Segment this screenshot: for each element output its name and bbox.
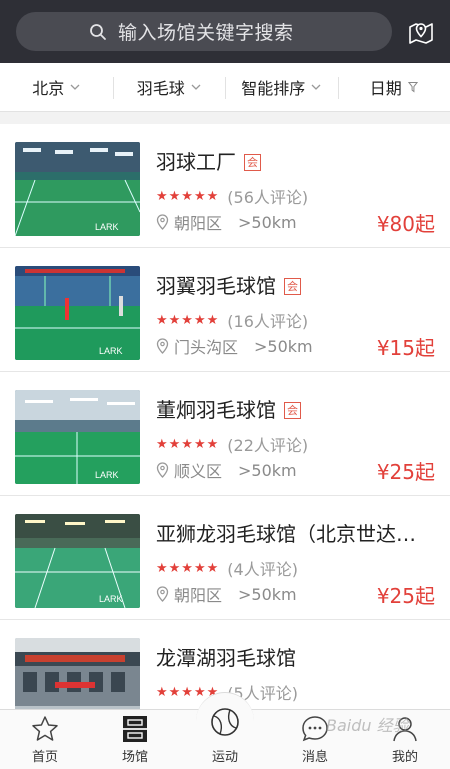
- venue-district: 朝阳区: [174, 586, 223, 605]
- filter-bar: 北京 羽毛球 智能排序 日期: [0, 63, 450, 112]
- venue-district: 门头沟区: [174, 338, 239, 357]
- venue-card[interactable]: LARK 亚狮龙羽毛球馆（北京世达… ★★★★★ (4人评论) 朝阳区 >50km…: [0, 496, 450, 620]
- venue-name: 龙潭湖羽毛球馆: [156, 646, 296, 670]
- venue-list: LARK 羽球工厂会 ★★★★★ (56人评论) 朝阳区 >50km ¥80起 L…: [0, 124, 450, 709]
- search-icon: [88, 22, 108, 42]
- tab-home[interactable]: 首页: [0, 710, 90, 769]
- review-count: (4人评论): [227, 560, 298, 579]
- venue-photo: LARK: [15, 142, 140, 236]
- tab-venues[interactable]: 场馆: [90, 710, 180, 769]
- filter-icon: [407, 81, 418, 93]
- member-badge: 会: [284, 278, 301, 295]
- chevron-down-icon: [311, 82, 321, 92]
- venue-name: 羽翼羽毛球馆会: [156, 270, 441, 299]
- venue-rating: ★★★★★ (22人评论): [156, 432, 308, 456]
- venue-icon: [121, 714, 149, 744]
- svg-text:LARK: LARK: [95, 470, 119, 480]
- review-count: (22人评论): [227, 436, 309, 455]
- venue-photo: LARK: [15, 266, 140, 360]
- filter-sport[interactable]: 羽毛球: [112, 63, 226, 111]
- svg-text:LARK: LARK: [95, 222, 119, 232]
- star-rating-icon: ★★★★★: [156, 436, 220, 452]
- venue-location: 顺义区 >50km: [156, 458, 297, 482]
- tab-label: 场馆: [121, 750, 148, 765]
- star-rating-icon: ★★★★★: [156, 560, 220, 576]
- venue-card[interactable]: LARK 董炯羽毛球馆会 ★★★★★ (22人评论) 顺义区 >50km ¥25起: [0, 372, 450, 496]
- venue-name: 董炯羽毛球馆会: [156, 394, 441, 423]
- filter-label: 北京: [32, 79, 65, 98]
- venue-name: 羽球工厂会: [156, 146, 441, 175]
- ball-icon: [196, 692, 254, 750]
- venue-location: 门头沟区 >50km: [156, 334, 313, 358]
- tab-label: 我的: [391, 750, 418, 765]
- top-bar: 输入场馆关键字搜索: [0, 0, 450, 63]
- tab-label: 消息: [301, 750, 328, 765]
- star-rating-icon: ★★★★★: [156, 312, 220, 328]
- location-pin-icon: [156, 214, 170, 230]
- venue-distance: >50km: [254, 336, 313, 356]
- review-count: (16人评论): [227, 312, 309, 331]
- venue-price: ¥80起: [376, 212, 435, 236]
- watermark: Baidu 经验: [326, 716, 409, 735]
- member-badge: 会: [284, 402, 301, 419]
- filter-label: 日期: [369, 79, 402, 98]
- venue-price: ¥15起: [376, 336, 435, 360]
- review-count: (56人评论): [227, 188, 309, 207]
- venue-distance: >50km: [238, 584, 297, 604]
- svg-text:LARK: LARK: [99, 346, 123, 356]
- venue-distance: >50km: [238, 212, 297, 232]
- location-pin-icon: [156, 462, 170, 478]
- venue-rating: ★★★★★ (16人评论): [156, 308, 308, 332]
- tab-sports[interactable]: 运动: [180, 692, 270, 769]
- filter-sort[interactable]: 智能排序: [225, 63, 338, 111]
- location-pin-icon: [156, 586, 170, 602]
- member-badge: 会: [244, 154, 261, 171]
- venue-photo: LARK: [15, 514, 140, 608]
- search-placeholder: 输入场馆关键字搜索: [118, 22, 294, 44]
- venue-rating: ★★★★★ (56人评论): [156, 184, 308, 208]
- star-icon: [30, 714, 60, 744]
- location-pin-icon: [156, 338, 170, 354]
- venue-photo: [15, 638, 140, 709]
- svg-text:LARK: LARK: [99, 594, 123, 604]
- venue-location: 朝阳区 >50km: [156, 582, 297, 606]
- search-input[interactable]: 输入场馆关键字搜索: [16, 12, 392, 51]
- venue-card[interactable]: LARK 羽球工厂会 ★★★★★ (56人评论) 朝阳区 >50km ¥80起: [0, 124, 450, 248]
- star-rating-icon: ★★★★★: [156, 188, 220, 204]
- venue-price: ¥25起: [376, 460, 435, 484]
- filter-city[interactable]: 北京: [0, 63, 113, 111]
- venue-distance: >50km: [238, 460, 297, 480]
- filter-label: 羽毛球: [136, 79, 185, 98]
- venue-photo: LARK: [15, 390, 140, 484]
- venue-name: 亚狮龙羽毛球馆（北京世达…: [156, 522, 416, 546]
- tab-label: 首页: [31, 750, 58, 765]
- venue-district: 顺义区: [174, 462, 223, 481]
- map-pin-icon[interactable]: [406, 17, 436, 47]
- chevron-down-icon: [70, 82, 80, 92]
- chevron-down-icon: [191, 82, 201, 92]
- venue-card[interactable]: LARK 羽翼羽毛球馆会 ★★★★★ (16人评论) 门头沟区 >50km ¥15…: [0, 248, 450, 372]
- filter-label: 智能排序: [241, 79, 306, 98]
- venue-price: ¥25起: [376, 584, 435, 608]
- filter-date[interactable]: 日期: [337, 63, 450, 111]
- venue-rating: ★★★★★ (4人评论): [156, 556, 298, 580]
- venue-district: 朝阳区: [174, 214, 223, 233]
- venue-location: 朝阳区 >50km: [156, 210, 297, 234]
